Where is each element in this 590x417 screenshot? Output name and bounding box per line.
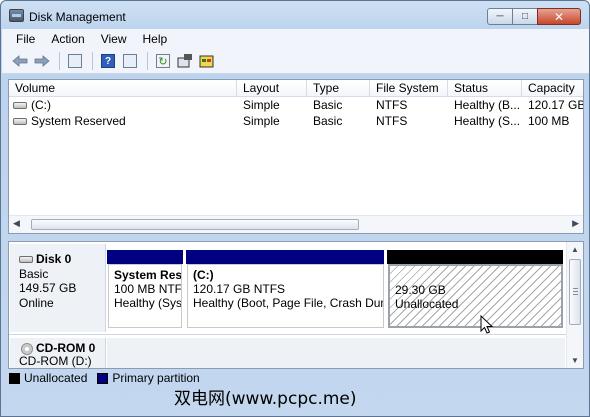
- file-system-cell: NTFS: [376, 98, 408, 112]
- partition-unallocated[interactable]: 29.30 GB Unallocated: [388, 264, 563, 328]
- partition-name: System Rese: [114, 268, 182, 282]
- disk-0-name: Disk 0: [36, 252, 72, 266]
- close-button[interactable]: ✕: [537, 8, 581, 25]
- forward-arrow-icon[interactable]: [32, 51, 52, 71]
- toolbar-separator: [59, 52, 60, 70]
- back-arrow-icon[interactable]: [10, 51, 30, 71]
- volume-cell: (C:): [9, 97, 237, 113]
- scroll-grip: [573, 288, 578, 289]
- legend-unallocated: Unallocated: [9, 371, 87, 385]
- toolbar: ? ↻: [2, 49, 589, 74]
- toolbar-separator: [92, 52, 93, 70]
- partition-status: Healthy (Boot, Page File, Crash Dump,: [193, 296, 384, 310]
- disk-0-type: Basic: [19, 266, 49, 281]
- column-capacity[interactable]: Capacity: [522, 80, 583, 97]
- volume-cell: System Reserved: [9, 113, 237, 129]
- partition-name: (C:): [193, 268, 214, 282]
- toolbar-separator: [147, 52, 148, 70]
- legend-primary: Primary partition: [97, 371, 200, 385]
- cd-rom-icon: [21, 342, 33, 355]
- horizontal-scroll-thumb[interactable]: [31, 219, 359, 230]
- menu-bar: File Action View Help: [2, 29, 589, 49]
- volume-row-system-reserved[interactable]: System Reserved Simple Basic NTFS Health…: [9, 113, 583, 129]
- window-controls: ─ □ ✕: [487, 8, 581, 25]
- volume-list: Volume Layout Type File System Status Ca…: [8, 79, 584, 234]
- partition-c[interactable]: (C:) 120.17 GB NTFS Healthy (Boot, Page …: [187, 264, 384, 328]
- cdrom-0-drive: CD-ROM (D:): [19, 354, 92, 368]
- hard-drive-icon: [13, 101, 27, 109]
- layout-cell: Simple: [243, 114, 280, 128]
- column-volume[interactable]: Volume: [9, 80, 237, 97]
- help-icon[interactable]: ?: [98, 51, 118, 71]
- partition-bar-c: [186, 250, 384, 264]
- legend-label: Unallocated: [24, 371, 88, 385]
- window-title: Disk Management: [29, 10, 126, 24]
- volume-name: System Reserved: [31, 114, 126, 128]
- legend-swatch-unallocated: [9, 372, 20, 384]
- capacity-cell: 100 MB: [528, 114, 570, 128]
- vertical-scrollbar[interactable]: ▲ ▼: [566, 242, 583, 368]
- scroll-grip: [573, 291, 578, 292]
- partition-system-reserved[interactable]: System Rese 100 MB NTFS Healthy (Syst: [108, 264, 182, 328]
- settings-icon[interactable]: [197, 51, 217, 71]
- minimize-button[interactable]: ─: [487, 8, 513, 25]
- column-status[interactable]: Status: [448, 80, 522, 97]
- maximize-button[interactable]: □: [512, 8, 538, 25]
- legend-label: Primary partition: [112, 371, 200, 385]
- volume-row-c[interactable]: (C:) Simple Basic NTFS Healthy (B... 120…: [9, 97, 583, 113]
- scroll-left-arrow-icon[interactable]: ◀: [13, 218, 20, 229]
- cdrom-0-label[interactable]: CD-ROM 0 CD-ROM (D:): [10, 338, 106, 368]
- type-cell: Basic: [313, 114, 343, 128]
- disk-management-window: Disk Management ─ □ ✕ File Action View H…: [0, 0, 590, 417]
- scroll-down-arrow-icon[interactable]: ▼: [571, 356, 579, 365]
- status-cell: Healthy (S...: [454, 114, 521, 128]
- properties-icon[interactable]: [120, 51, 140, 71]
- layout-cell: Simple: [243, 98, 280, 112]
- column-file-system[interactable]: File System: [370, 80, 448, 97]
- scroll-grip: [573, 294, 578, 295]
- legend-swatch-primary: [97, 372, 109, 384]
- status-cell: Healthy (B...: [454, 98, 521, 112]
- partition-size: 29.30 GB: [395, 283, 446, 297]
- partition-size: 100 MB NTFS: [114, 282, 182, 296]
- scroll-up-arrow-icon[interactable]: ▲: [571, 245, 579, 254]
- disk-0-state: Online: [19, 295, 54, 310]
- disk-0-label[interactable]: Disk 0 Basic 149.57 GB Online: [10, 244, 106, 332]
- menu-help[interactable]: Help: [135, 32, 176, 46]
- watermark: 双电网(www.pcpc.me): [174, 389, 357, 409]
- partition-size: 120.17 GB NTFS: [193, 282, 286, 296]
- rescan-disks-icon[interactable]: [175, 51, 195, 71]
- refresh-icon[interactable]: ↻: [153, 51, 173, 71]
- vertical-scroll-thumb[interactable]: [569, 259, 581, 325]
- scroll-right-arrow-icon[interactable]: ▶: [572, 218, 579, 229]
- partition-name: [395, 269, 561, 283]
- disk-0-header: Disk 0: [19, 252, 105, 267]
- cdrom-0-area[interactable]: [107, 338, 565, 368]
- disk-0-size: 149.57 GB: [19, 281, 77, 295]
- partition-bar-unallocated: [387, 250, 563, 264]
- console-tree-icon[interactable]: [65, 51, 85, 71]
- column-layout[interactable]: Layout: [237, 80, 307, 97]
- hard-drive-icon: [13, 117, 27, 125]
- volume-list-header: Volume Layout Type File System Status Ca…: [9, 80, 583, 97]
- menu-action[interactable]: Action: [43, 32, 92, 46]
- horizontal-scrollbar[interactable]: ◀ ▶: [9, 215, 583, 233]
- file-system-cell: NTFS: [376, 114, 408, 128]
- volume-name: (C:): [31, 98, 51, 112]
- disk-management-app-icon: [9, 9, 24, 22]
- title-bar[interactable]: Disk Management ─ □ ✕: [1, 1, 589, 29]
- disk-graphical-view: Disk 0 Basic 149.57 GB Online System Res…: [8, 241, 584, 369]
- disk-icon: [19, 255, 33, 263]
- partition-status: Unallocated: [395, 297, 459, 311]
- partition-bar-system-reserved: [107, 250, 183, 264]
- type-cell: Basic: [313, 98, 343, 112]
- menu-file[interactable]: File: [8, 32, 43, 46]
- menu-view[interactable]: View: [93, 32, 135, 46]
- column-type[interactable]: Type: [307, 80, 370, 97]
- capacity-cell: 120.17 GB: [528, 98, 583, 112]
- partition-status: Healthy (Syst: [114, 296, 182, 310]
